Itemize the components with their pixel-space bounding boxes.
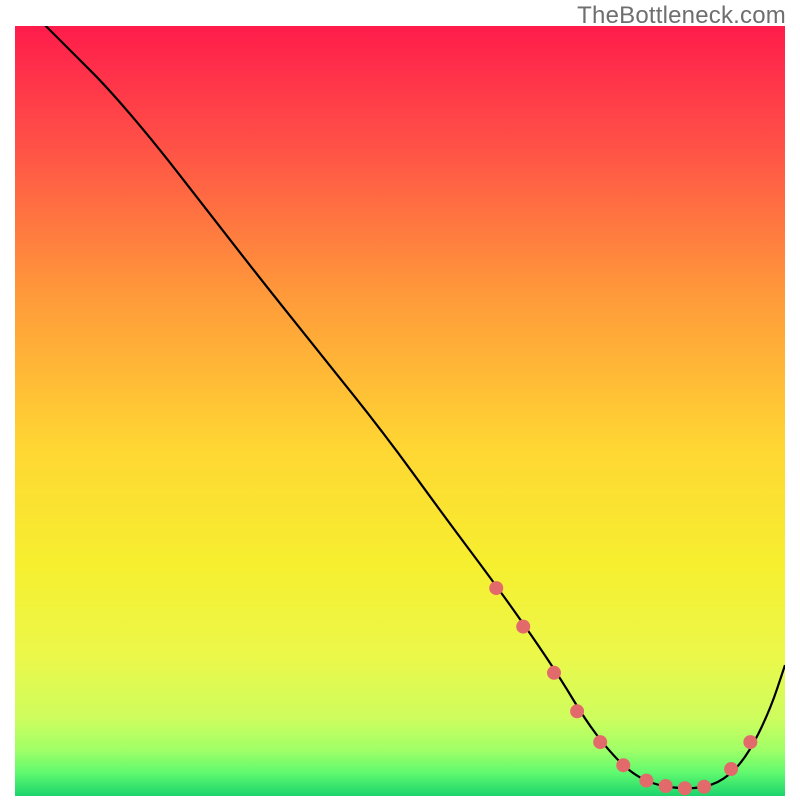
data-marker [593,735,607,749]
data-marker [516,620,530,634]
data-marker [570,704,584,718]
data-marker [547,666,561,680]
data-marker [639,774,653,788]
gradient-background [15,26,785,796]
data-marker [697,780,711,794]
chart-container: TheBottleneck.com [0,0,800,800]
data-marker [724,762,738,776]
data-marker [678,781,692,795]
chart-svg [15,26,785,796]
data-marker [743,735,757,749]
data-marker [489,581,503,595]
data-marker [616,758,630,772]
data-marker [659,779,673,793]
